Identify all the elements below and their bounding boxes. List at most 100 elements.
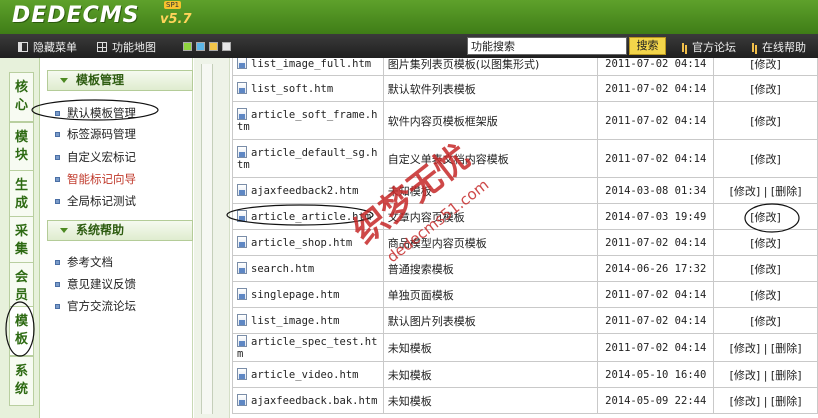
- file-name[interactable]: list_image_full.htm: [251, 58, 371, 70]
- help-link[interactable]: 在线帮助: [752, 39, 806, 55]
- action-cell[interactable]: [修改] | [删除]: [713, 387, 818, 414]
- time-cell: 2014-05-10 16:40: [597, 361, 715, 388]
- search-button[interactable]: 搜索: [629, 37, 666, 55]
- menu-group-template[interactable]: 模板管理: [47, 70, 193, 91]
- menu-item-label: 标签源码管理: [67, 127, 136, 141]
- action-cell[interactable]: [修改]: [713, 75, 818, 102]
- action-cell[interactable]: [修改]: [713, 101, 818, 140]
- action-cell[interactable]: [修改]: [713, 58, 818, 76]
- menu-item-forum[interactable]: 官方交流论坛: [55, 298, 136, 314]
- file-cell: list_soft.htm: [232, 75, 384, 102]
- time-cell: 2011-07-02 04:14: [597, 75, 715, 102]
- file-name[interactable]: search.htm: [251, 263, 314, 275]
- menu-group-title: 系统帮助: [76, 223, 125, 237]
- file-icon: [237, 394, 247, 406]
- theme-swatch-blue[interactable]: [196, 42, 205, 51]
- file-cell: ajaxfeedback2.htm: [232, 177, 384, 204]
- time-cell: 2011-07-02 04:14: [597, 58, 715, 76]
- bullet-icon: [55, 199, 60, 204]
- action-cell[interactable]: [修改]: [713, 307, 818, 334]
- action-cell[interactable]: [修改]: [713, 139, 818, 178]
- menu-group-title: 模板管理: [76, 73, 125, 87]
- menu-item-label: 自定义宏标记: [67, 150, 136, 164]
- file-icon: [237, 368, 247, 380]
- menu-item-tag-source[interactable]: 标签源码管理: [55, 126, 136, 142]
- menu-item-label: 全局标记测试: [67, 194, 136, 208]
- file-icon: [237, 236, 247, 248]
- help-label: 在线帮助: [762, 41, 806, 54]
- file-cell: article_video.htm: [232, 361, 384, 388]
- tab-modules[interactable]: 模块: [9, 122, 34, 172]
- template-table: list_image_full.htm 图片集列表页模板(以图集形式) 2011-0…: [232, 58, 818, 414]
- table-row: article_article.htm 文章内容页模板 2014-07-03 19:…: [232, 203, 818, 230]
- file-name[interactable]: list_image.htm: [251, 315, 340, 327]
- time-cell: 2014-03-08 01:34: [597, 177, 715, 204]
- file-name[interactable]: article_shop.htm: [251, 237, 352, 249]
- file-name[interactable]: article_spec_test.htm: [237, 336, 377, 360]
- action-cell[interactable]: [修改] | [删除]: [713, 177, 818, 204]
- file-icon: [237, 146, 247, 158]
- hide-menu-button[interactable]: 隐藏菜单: [18, 39, 77, 55]
- time-cell: 2014-05-09 22:44: [597, 387, 715, 414]
- file-icon: [237, 82, 247, 94]
- file-icon: [237, 262, 247, 274]
- theme-swatch-yellow[interactable]: [209, 42, 218, 51]
- tab-template[interactable]: 模板: [9, 306, 34, 356]
- file-name[interactable]: ajaxfeedback.bak.htm: [251, 395, 377, 407]
- action-cell[interactable]: [修改] | [删除]: [713, 361, 818, 388]
- file-icon: [237, 314, 247, 326]
- description-cell: 文章内容页模板: [382, 203, 599, 230]
- theme-swatch-green[interactable]: [183, 42, 192, 51]
- menu-item-label: 智能标记向导: [67, 172, 136, 186]
- version-label: v5.7: [160, 12, 192, 27]
- file-name[interactable]: article_article.htm: [251, 211, 371, 223]
- tab-member[interactable]: 会员: [9, 262, 34, 312]
- menu-item-smart-tag-wizard[interactable]: 智能标记向导: [55, 171, 136, 187]
- function-map-label: 功能地图: [112, 41, 156, 54]
- action-cell[interactable]: [修改]: [713, 203, 818, 230]
- file-cell: list_image.htm: [232, 307, 384, 334]
- menu-group-help[interactable]: 系统帮助: [47, 220, 193, 241]
- tab-core[interactable]: 核心: [9, 72, 34, 122]
- file-name[interactable]: list_soft.htm: [251, 83, 333, 95]
- table-row: singlepage.htm 单独页面模板 2011-07-02 04:14 [修改]: [232, 281, 818, 308]
- file-name[interactable]: singlepage.htm: [251, 289, 340, 301]
- table-row: ajaxfeedback.bak.htm 未知模板 2014-05-09 22:44…: [232, 387, 818, 414]
- menu-item-feedback[interactable]: 意见建议反馈: [55, 276, 136, 292]
- description-cell: 单独页面模板: [382, 281, 599, 308]
- description-cell: 未知模板: [382, 387, 599, 414]
- action-cell[interactable]: [修改]: [713, 229, 818, 256]
- table-row: article_video.htm 未知模板 2014-05-10 16:40 [修改…: [232, 361, 818, 388]
- function-search-input[interactable]: [467, 37, 627, 55]
- file-name[interactable]: article_default_sg.htm: [237, 147, 377, 171]
- file-icon: [237, 288, 247, 300]
- tab-generate[interactable]: 生成: [9, 170, 34, 220]
- theme-swatch-gray[interactable]: [222, 42, 231, 51]
- menu-item-docs[interactable]: 参考文档: [55, 254, 113, 270]
- forum-link[interactable]: 官方论坛: [682, 39, 736, 55]
- menu-item-custom-macro[interactable]: 自定义宏标记: [55, 149, 136, 165]
- file-cell: article_spec_test.htm: [232, 333, 384, 362]
- grid-icon: [97, 42, 107, 52]
- action-cell[interactable]: [修改]: [713, 281, 818, 308]
- description-cell: 未知模板: [382, 361, 599, 388]
- file-name[interactable]: article_soft_frame.htm: [237, 109, 377, 133]
- file-icon: [237, 184, 247, 196]
- table-row: ajaxfeedback2.htm 未知模板 2014-03-08 01:34 [修改…: [232, 177, 818, 204]
- tab-collect[interactable]: 采集: [9, 216, 34, 266]
- file-name[interactable]: ajaxfeedback2.htm: [251, 185, 358, 197]
- tab-system[interactable]: 系统: [9, 356, 34, 406]
- bullet-icon: [55, 111, 60, 116]
- action-cell[interactable]: [修改] | [删除]: [713, 333, 818, 362]
- top-toolbar: 隐藏菜单 功能地图 搜索 官方论坛 在线帮助: [0, 34, 818, 58]
- bullet-icon: [55, 304, 60, 309]
- time-cell: 2011-07-02 04:14: [597, 281, 715, 308]
- action-cell[interactable]: [修改]: [713, 255, 818, 282]
- function-map-button[interactable]: 功能地图: [97, 39, 156, 55]
- description-cell: 图片集列表页模板(以图集形式): [382, 58, 599, 76]
- menu-item-global-tag-test[interactable]: 全局标记测试: [55, 193, 136, 209]
- menu-item-default-template[interactable]: 默认模板管理: [55, 105, 136, 121]
- file-name[interactable]: article_video.htm: [251, 369, 358, 381]
- table-row: article_spec_test.htm 未知模板 2011-07-02 04:1…: [232, 333, 818, 362]
- scrollbar[interactable]: [201, 64, 213, 414]
